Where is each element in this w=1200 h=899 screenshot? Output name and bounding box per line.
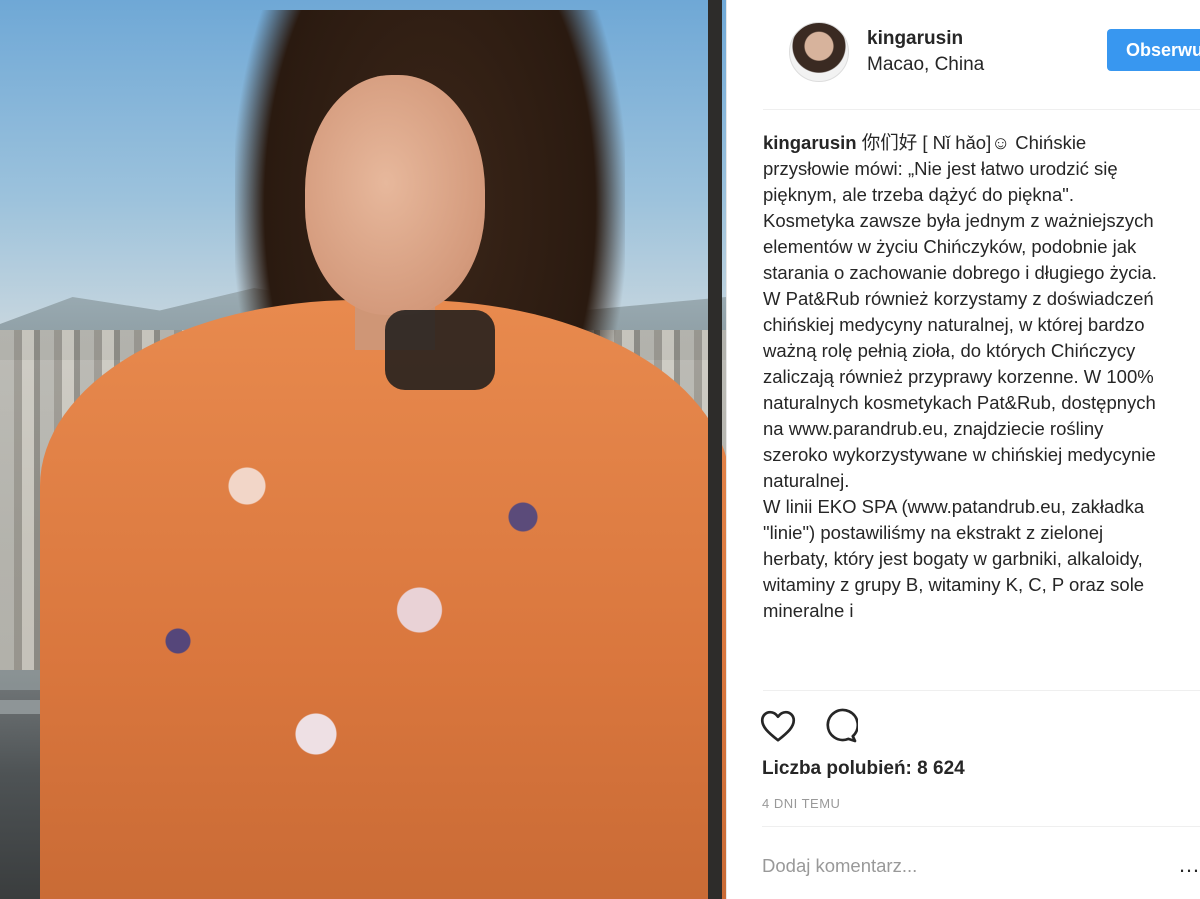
caption-username[interactable]: kingarusin bbox=[763, 132, 857, 153]
caption-text: 你们好 [ Nǐ hǎo]☺ Chińskie przysłowie mówi:… bbox=[763, 132, 1157, 621]
photo-face bbox=[305, 75, 485, 315]
like-button[interactable] bbox=[758, 706, 798, 746]
comment-button[interactable] bbox=[820, 706, 860, 746]
comment-icon bbox=[826, 708, 858, 743]
actions-divider bbox=[763, 690, 1200, 691]
photo-floral-dress bbox=[40, 300, 726, 899]
instagram-post: kingarusin Macao, China Obserwuj kingaru… bbox=[0, 0, 1200, 899]
avatar[interactable] bbox=[789, 22, 849, 82]
photo-collar bbox=[385, 310, 495, 390]
post-header: kingarusin Macao, China Obserwuj bbox=[763, 18, 1200, 110]
more-options-icon[interactable]: … bbox=[1178, 852, 1200, 878]
follow-button[interactable]: Obserwuj bbox=[1107, 29, 1200, 71]
post-photo[interactable] bbox=[0, 0, 726, 899]
caption-scroll-area[interactable]: kingarusin 你们好 [ Nǐ hǎo]☺ Chińskie przys… bbox=[763, 110, 1200, 690]
comment-divider bbox=[762, 826, 1200, 827]
heart-icon bbox=[760, 710, 796, 742]
comment-input[interactable] bbox=[762, 846, 1162, 886]
post-caption: kingarusin 你们好 [ Nǐ hǎo]☺ Chińskie przys… bbox=[763, 130, 1165, 624]
header-username[interactable]: kingarusin bbox=[867, 28, 963, 50]
likes-count[interactable]: Liczba polubień: 8 624 bbox=[762, 758, 965, 780]
photo-window-frame bbox=[708, 0, 722, 899]
header-location[interactable]: Macao, China bbox=[867, 54, 984, 76]
post-timestamp[interactable]: 4 DNI TEMU bbox=[762, 796, 840, 811]
